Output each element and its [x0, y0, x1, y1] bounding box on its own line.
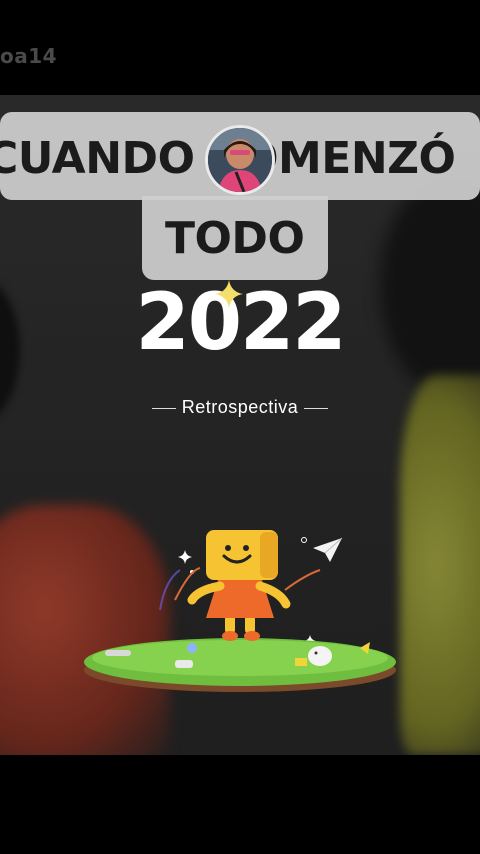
- mascot-island-illustration: [84, 530, 396, 692]
- sparkle-icon: [215, 280, 243, 308]
- watermark-text: oa14: [0, 44, 58, 68]
- caption-line2: TODO: [165, 213, 305, 264]
- subtitle-divider-right: [304, 407, 329, 409]
- bottom-bar: [0, 755, 480, 854]
- flower-icon: [187, 643, 197, 653]
- avatar-photo-icon: [208, 128, 272, 192]
- subtitle-row: Retrospectiva: [0, 397, 480, 418]
- subtitle-text: Retrospectiva: [181, 397, 299, 417]
- subtitle-divider-left: [151, 407, 176, 409]
- creator-avatar[interactable]: [205, 125, 275, 195]
- chick-icon: [308, 646, 332, 666]
- sparkle-small-icon: [178, 550, 192, 564]
- top-bar: oa14: [0, 0, 480, 95]
